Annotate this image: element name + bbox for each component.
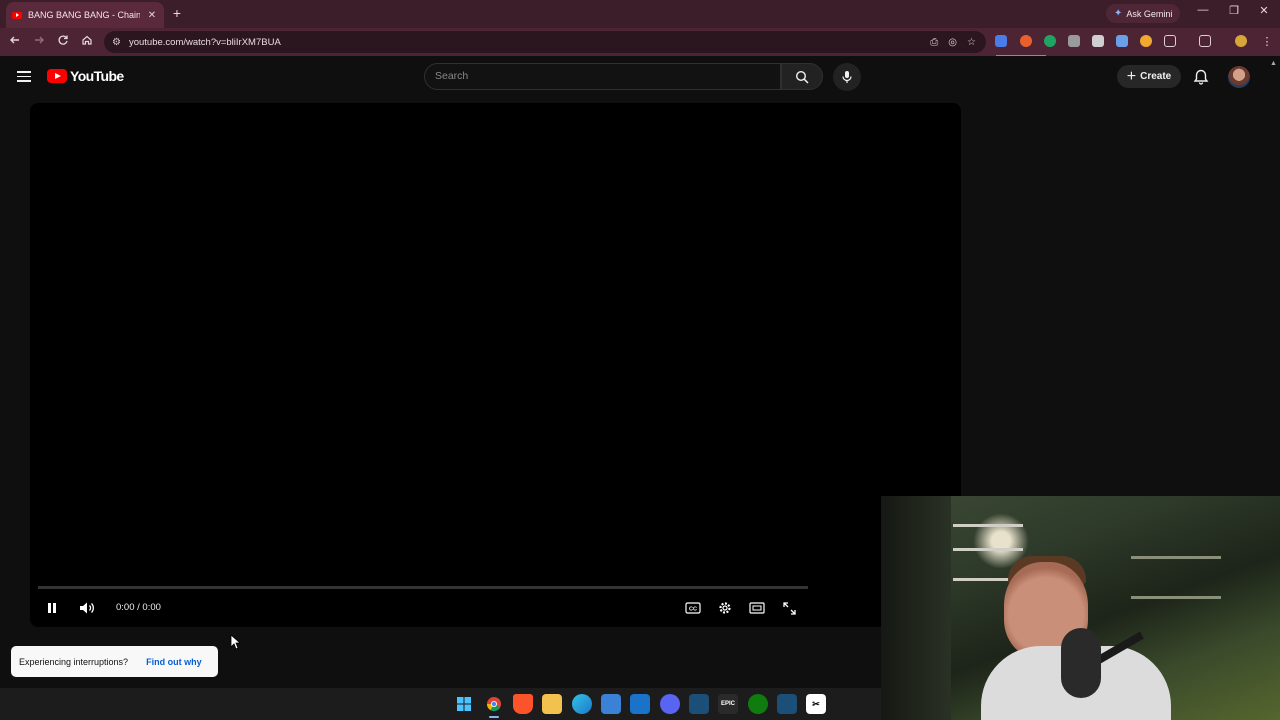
discord-icon[interactable] [660, 694, 680, 714]
xbox-icon[interactable] [748, 694, 768, 714]
extension-grammarly-icon[interactable] [1044, 35, 1056, 47]
mouse-cursor-icon [230, 634, 242, 655]
account-avatar[interactable] [1228, 66, 1250, 88]
ask-gemini-label: Ask Gemini [1126, 8, 1173, 19]
search-button[interactable] [781, 63, 823, 90]
side-panel-icon[interactable] [1199, 35, 1211, 47]
interruptions-toast: Experiencing interruptions? Find out why [11, 646, 218, 677]
ask-gemini-button[interactable]: ✦ Ask Gemini [1106, 4, 1181, 23]
extension-puzzle-blue-icon[interactable] [1116, 35, 1128, 47]
captions-icon: CC [685, 602, 701, 614]
video-player[interactable] [30, 103, 961, 627]
outlook-icon[interactable] [630, 694, 650, 714]
url-text: youtube.com/watch?v=bliIrXM7BUA [128, 36, 281, 48]
profile-avatar-icon[interactable] [1235, 35, 1247, 47]
active-app-indicator [489, 716, 499, 718]
windows-start-icon[interactable] [454, 694, 474, 714]
search-icon [795, 70, 809, 84]
bookmark-star-icon[interactable]: ☆ [967, 37, 976, 48]
plus-icon: + [1126, 67, 1137, 85]
new-tab-button[interactable]: + [170, 5, 184, 21]
edge-icon[interactable] [572, 694, 592, 714]
extension-translate-icon[interactable] [995, 35, 1007, 47]
find-out-why-link[interactable]: Find out why [146, 657, 202, 667]
home-icon[interactable] [79, 34, 95, 50]
install-app-icon[interactable]: ⎙ [930, 37, 938, 48]
create-label: Create [1140, 71, 1172, 82]
browser-menu-icon[interactable]: ⋮ [1259, 34, 1275, 50]
volume-button[interactable] [78, 599, 96, 617]
steam-alt-icon[interactable] [777, 694, 797, 714]
store-icon[interactable] [601, 694, 621, 714]
reload-icon[interactable] [55, 34, 71, 50]
steam-icon[interactable] [689, 694, 709, 714]
restore-window-icon[interactable]: ❐ [1224, 4, 1244, 17]
pause-icon [48, 603, 56, 613]
tab-title: BANG BANG BANG - Chainsaw [28, 10, 140, 20]
notifications-bell-icon[interactable] [1191, 67, 1211, 87]
gemini-sparkle-icon: ✦ [1114, 8, 1123, 19]
forward-arrow-icon[interactable] [31, 34, 47, 50]
pause-button[interactable] [43, 599, 61, 617]
microphone-icon [842, 71, 852, 83]
extension-image-icon[interactable] [1068, 35, 1080, 47]
webcam-overlay [881, 496, 1280, 720]
site-info-icon[interactable]: ⚙ [112, 37, 121, 48]
address-bar[interactable]: ⚙ youtube.com/watch?v=bliIrXM7BUA ⎙ ◎ ☆ [104, 31, 986, 53]
fullscreen-button[interactable] [780, 599, 798, 617]
minimize-window-icon[interactable]: — [1193, 4, 1213, 16]
theater-mode-button[interactable] [748, 599, 766, 617]
close-window-icon[interactable]: ✕ [1254, 4, 1274, 17]
file-explorer-icon[interactable] [542, 694, 562, 714]
browser-tab[interactable]: BANG BANG BANG - Chainsaw ✕ [6, 2, 164, 28]
extension-camera-icon[interactable] [1092, 35, 1104, 47]
scroll-up-arrow-icon[interactable]: ▲ [1270, 60, 1277, 67]
menu-hamburger-icon[interactable] [17, 71, 31, 82]
theater-mode-icon [749, 602, 765, 614]
youtube-favicon-icon [12, 11, 22, 19]
volume-icon [80, 602, 94, 614]
back-arrow-icon[interactable] [7, 34, 23, 50]
voice-search-button[interactable] [833, 63, 861, 91]
fullscreen-icon [782, 601, 796, 615]
extensions-puzzle-icon[interactable] [1164, 35, 1176, 47]
chrome-icon[interactable] [484, 694, 504, 714]
tab-close-icon[interactable]: ✕ [146, 10, 158, 21]
browser-tab-strip [0, 0, 1280, 28]
youtube-logo[interactable]: YouTube [47, 68, 124, 84]
extension-fox-icon[interactable] [1020, 35, 1032, 47]
capcut-icon[interactable]: ✂ [806, 694, 826, 714]
brave-icon[interactable] [513, 694, 533, 714]
search-input[interactable]: Search [424, 63, 781, 90]
captions-button[interactable]: CC [684, 599, 702, 617]
gear-icon [719, 602, 731, 614]
video-progress-bar[interactable] [38, 586, 808, 589]
svg-text:CC: CC [689, 606, 697, 612]
video-time: 0:00 / 0:00 [116, 602, 161, 613]
youtube-play-logo-icon [47, 69, 67, 83]
settings-button[interactable] [716, 599, 734, 617]
youtube-logo-text: YouTube [70, 68, 124, 84]
extension-honey-icon[interactable] [1140, 35, 1152, 47]
eye-off-icon[interactable]: ◎ [948, 37, 957, 48]
create-button[interactable]: + Create [1117, 65, 1181, 88]
toast-message: Experiencing interruptions? [19, 656, 129, 667]
epic-games-icon[interactable]: EPIC [718, 694, 738, 714]
